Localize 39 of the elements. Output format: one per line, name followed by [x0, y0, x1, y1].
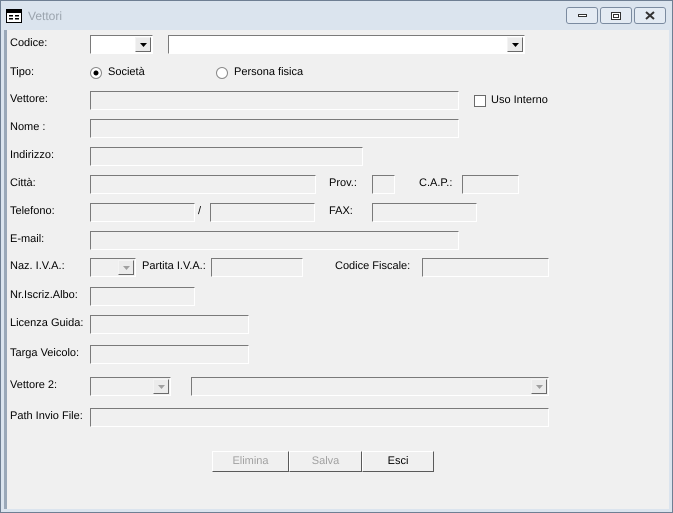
dropdown-arrow-icon: [140, 42, 146, 46]
dropdown[interactable]: [90, 35, 153, 54]
field-label: FAX:: [329, 204, 353, 217]
field-label: Path Invio File:: [10, 410, 83, 422]
dropdown-arrow-icon: [536, 384, 542, 388]
minimize-button[interactable]: [566, 7, 598, 24]
field-label: Prov.:: [329, 176, 357, 189]
dropdown[interactable]: [168, 35, 525, 54]
window-title: Vettori: [28, 8, 62, 24]
field-label: Codice:: [10, 36, 48, 49]
field-label: Vettore:: [10, 92, 48, 105]
field-label: /: [198, 204, 202, 217]
form-button[interactable]: Esci: [362, 451, 434, 472]
field-label: Città:: [10, 176, 36, 189]
radio-button[interactable]: Persona fisica: [216, 64, 304, 81]
field-label: Tipo:: [10, 66, 34, 78]
close-button[interactable]: [634, 7, 666, 24]
dropdown-arrow-icon: [158, 384, 164, 388]
field-label: E-mail:: [10, 232, 44, 245]
field-label: Nome :: [10, 120, 46, 133]
field-label: Naz. I.V.A.:: [10, 260, 65, 272]
dropdown-arrow-icon: [122, 266, 130, 270]
close-icon: [645, 11, 655, 20]
field-label: Indirizzo:: [10, 148, 54, 161]
maximize-icon: [611, 12, 621, 20]
field-label: Vettore 2:: [10, 378, 58, 391]
field-label: Targa Veicolo:: [10, 346, 80, 359]
field-label: C.A.P.:: [419, 176, 452, 189]
form-icon: [6, 8, 22, 22]
field-label: Licenza Guida:: [10, 316, 84, 329]
checkbox[interactable]: Uso Interno: [474, 92, 548, 109]
field-label: Nr.Iscriz.Albo:: [10, 288, 78, 301]
field-label: Codice Fiscale:: [335, 260, 410, 272]
dropdown-arrow-icon: [512, 42, 518, 46]
field-label: Partita I.V.A.:: [142, 260, 206, 272]
field-label: Telefono:: [10, 204, 55, 217]
minimize-icon: [578, 14, 586, 17]
radio-button[interactable]: Società: [90, 64, 145, 81]
maximize-button[interactable]: [600, 7, 632, 24]
